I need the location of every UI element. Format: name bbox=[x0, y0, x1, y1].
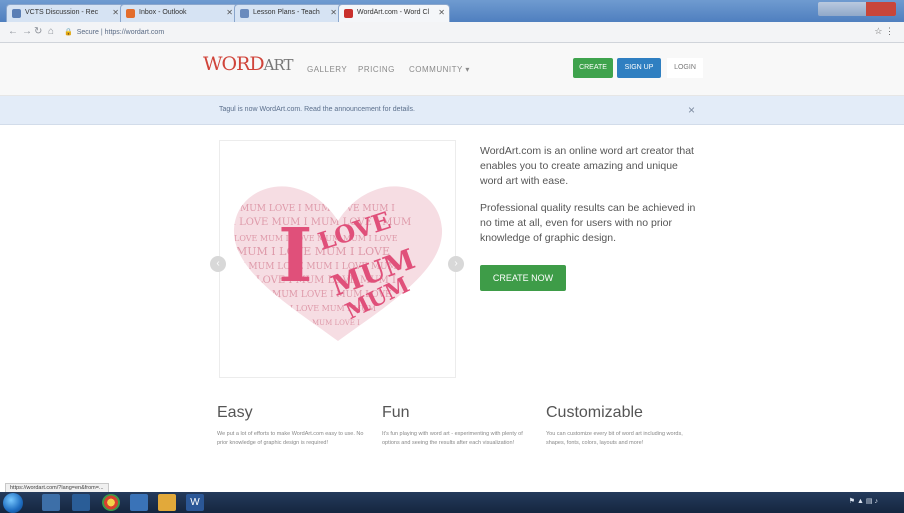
hero-description-2: Professional quality results can be achi… bbox=[480, 202, 696, 244]
url-field[interactable]: 🔒 Secure | https://wordart.com bbox=[64, 26, 164, 39]
signup-button[interactable]: SIGN UP bbox=[617, 58, 661, 78]
tray-arrow-icon[interactable]: ▲ bbox=[857, 498, 864, 505]
media-icon[interactable] bbox=[72, 494, 90, 511]
svg-text:MUM I LOVE MUM I LOVE: MUM I LOVE MUM I LOVE bbox=[236, 245, 390, 258]
taskbar-clock[interactable] bbox=[897, 495, 898, 509]
volume-icon[interactable]: ♪ bbox=[875, 498, 879, 505]
explorer-icon[interactable] bbox=[42, 494, 60, 511]
login-button[interactable]: LOGIN bbox=[667, 58, 703, 78]
tray-flag-icon[interactable]: ⚑ bbox=[849, 498, 855, 505]
back-icon[interactable]: ← bbox=[8, 26, 18, 37]
nav-community[interactable]: COMMUNITY ▾ bbox=[409, 65, 470, 74]
tab-close-icon[interactable]: ✕ bbox=[112, 8, 119, 17]
window-close-button[interactable] bbox=[866, 2, 896, 16]
tab-favicon-icon bbox=[240, 9, 249, 18]
announcement-text[interactable]: Tagul is now WordArt.com. Read the annou… bbox=[219, 106, 415, 113]
window-controls[interactable] bbox=[818, 2, 896, 16]
browser-tab-bar: VCTS Discussion - Rec ✕ Inbox - Outlook … bbox=[0, 0, 904, 22]
word-art-big-i: I bbox=[278, 213, 313, 299]
browser-tab-active[interactable]: WordArt.com - Word Cl ✕ bbox=[338, 4, 450, 22]
wordart-logo[interactable]: WORDART bbox=[203, 53, 294, 75]
nav-gallery[interactable]: GALLERY bbox=[307, 65, 347, 74]
feature-desc-fun: It's fun playing with word art - experim… bbox=[382, 431, 523, 446]
browser-tab-1[interactable]: VCTS Discussion - Rec ✕ bbox=[6, 4, 124, 22]
heart-word-art: MUM LOVE I MUM LOVE MUM I I LOVE MUM I M… bbox=[233, 186, 443, 341]
announcement-banner: Tagul is now WordArt.com. Read the annou… bbox=[0, 96, 904, 125]
system-tray[interactable]: ⚑ ▲ ▤ ♪ bbox=[849, 497, 878, 505]
start-button[interactable] bbox=[3, 493, 23, 513]
nav-pricing[interactable]: PRICING bbox=[358, 65, 395, 74]
lock-icon: 🔒 bbox=[64, 29, 73, 36]
create-button[interactable]: CREATE bbox=[573, 58, 613, 78]
forward-icon[interactable]: → bbox=[22, 26, 32, 37]
tab-close-icon[interactable]: ✕ bbox=[226, 8, 233, 17]
tab-favicon-icon bbox=[126, 9, 135, 18]
feature-title-customizable: Customizable bbox=[546, 404, 643, 421]
carousel-prev-icon[interactable]: ‹ bbox=[210, 256, 226, 272]
tab-close-icon[interactable]: ✕ bbox=[438, 8, 445, 17]
browser-tab-3[interactable]: Lesson Plans - Teach ✕ bbox=[234, 4, 342, 22]
feature-desc-easy: We put a lot of efforts to make WordArt.… bbox=[217, 431, 364, 446]
hero-description-1: WordArt.com is an online word art creato… bbox=[480, 145, 694, 187]
browser-extension-icons[interactable]: ☆ ⋮ bbox=[874, 26, 894, 37]
hero-carousel[interactable]: MUM LOVE I MUM LOVE MUM I I LOVE MUM I M… bbox=[219, 140, 456, 378]
feature-desc-customizable: You can customize every bit of word art … bbox=[546, 431, 683, 446]
home-icon[interactable]: ⌂ bbox=[48, 26, 54, 37]
tab-close-icon[interactable]: ✕ bbox=[330, 8, 337, 17]
create-now-button[interactable]: CREATE NOW bbox=[480, 265, 566, 291]
windows-taskbar: W ⚑ ▲ ▤ ♪ bbox=[0, 492, 904, 513]
feature-title-fun: Fun bbox=[382, 404, 410, 421]
address-bar: ← → ↻ ⌂ 🔒 Secure | https://wordart.com ☆ … bbox=[0, 22, 904, 43]
close-icon[interactable]: × bbox=[688, 103, 695, 117]
reload-icon[interactable]: ↻ bbox=[34, 26, 42, 37]
feature-title-easy: Easy bbox=[217, 404, 253, 421]
tab-favicon-icon bbox=[12, 9, 21, 18]
tab-favicon-icon bbox=[344, 9, 353, 18]
word-icon[interactable]: W bbox=[186, 494, 204, 511]
folder-icon[interactable] bbox=[158, 494, 176, 511]
menu-icon[interactable]: ⋮ bbox=[885, 26, 894, 36]
network-icon[interactable]: ▤ bbox=[866, 498, 873, 505]
bookmark-star-icon[interactable]: ☆ bbox=[874, 26, 882, 36]
browser-tab-2[interactable]: Inbox - Outlook ✕ bbox=[120, 4, 238, 22]
chrome-icon[interactable] bbox=[102, 494, 120, 511]
site-header: WORDART GALLERY PRICING COMMUNITY ▾ CREA… bbox=[0, 43, 904, 96]
carousel-next-icon[interactable]: › bbox=[448, 256, 464, 272]
app-icon[interactable] bbox=[130, 494, 148, 511]
